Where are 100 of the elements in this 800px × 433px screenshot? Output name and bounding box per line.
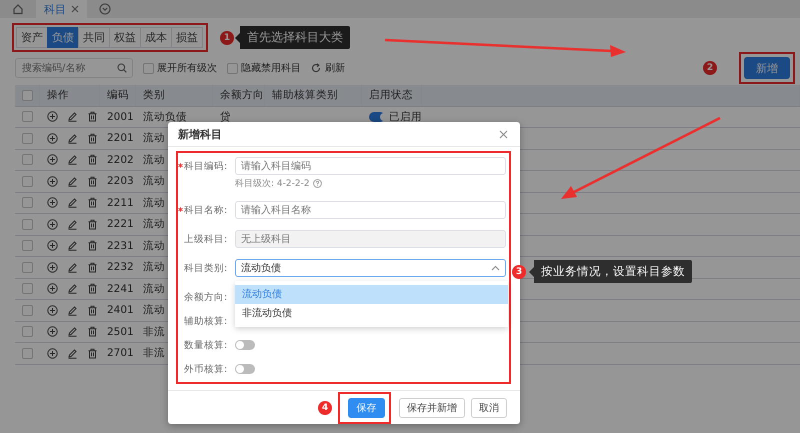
table-cell: 流动	[143, 238, 165, 253]
category-tab[interactable]: 资产	[16, 27, 48, 48]
add-circle-icon[interactable]	[47, 240, 58, 252]
trash-icon[interactable]	[87, 348, 98, 359]
trash-icon[interactable]	[87, 197, 98, 208]
edit-icon[interactable]	[67, 132, 78, 144]
trash-icon[interactable]	[87, 240, 98, 252]
add-circle-icon[interactable]	[47, 348, 58, 359]
category-tab[interactable]: 成本	[140, 27, 172, 48]
trash-icon[interactable]	[87, 154, 98, 166]
close-icon[interactable]	[71, 5, 79, 13]
chevron-up-icon[interactable]	[491, 265, 500, 271]
checkbox[interactable]	[143, 62, 154, 74]
category-tab[interactable]: 权益	[109, 27, 141, 48]
help-icon[interactable]	[312, 179, 322, 188]
toggle-switch[interactable]	[235, 340, 255, 350]
category-tab[interactable]: 负债	[47, 27, 79, 48]
field-label: 外币核算:	[183, 362, 228, 376]
input-field[interactable]: 请输入科目名称	[235, 201, 506, 219]
toggle-switch[interactable]	[235, 364, 255, 374]
add-circle-icon[interactable]	[47, 326, 58, 338]
edit-icon[interactable]	[67, 283, 78, 294]
edit-icon[interactable]	[67, 197, 78, 208]
field-label: 科目类别:	[183, 262, 228, 274]
edit-icon[interactable]	[67, 348, 78, 359]
checkbox[interactable]	[22, 348, 33, 359]
table-cell: 流动	[143, 217, 165, 232]
table-cell: 2202	[107, 154, 134, 166]
checkbox[interactable]	[22, 262, 33, 273]
input-field[interactable]: 请输入科目编码	[235, 157, 506, 175]
checkbox[interactable]	[22, 283, 33, 294]
add-circle-icon[interactable]	[47, 111, 58, 122]
add-circle-icon[interactable]	[47, 132, 58, 144]
chevron-circle-icon[interactable]	[99, 3, 111, 15]
status-label: 已启用	[389, 110, 422, 124]
toggle-switch[interactable]	[369, 112, 385, 122]
checkbox[interactable]	[22, 326, 33, 338]
refresh-link[interactable]: 刷新	[325, 61, 345, 75]
close-icon[interactable]	[499, 130, 508, 138]
category-tab[interactable]: 共同	[78, 27, 110, 48]
dialog-button[interactable]: 保存并新增	[399, 398, 465, 418]
dropdown-option[interactable]: 非流动负债	[235, 304, 508, 323]
table-cell: 2231	[107, 240, 134, 252]
home-icon[interactable]	[12, 3, 24, 15]
table-cell: 2211	[107, 196, 134, 209]
add-circle-icon[interactable]	[47, 304, 58, 316]
step-badge: 3	[512, 264, 526, 278]
checkbox[interactable]	[22, 304, 33, 316]
checkbox[interactable]	[22, 154, 33, 166]
page-tab[interactable]: 科目	[36, 0, 87, 18]
checkbox[interactable]	[22, 240, 33, 252]
dialog-button[interactable]: 取消	[471, 398, 507, 418]
search-icon[interactable]	[117, 63, 127, 73]
category-tab[interactable]: 损益	[171, 27, 203, 48]
checkbox[interactable]	[227, 62, 238, 74]
checkbox-label: 展开所有级次	[157, 62, 217, 75]
search-field[interactable]: 搜索编码/名称	[15, 58, 133, 78]
trash-icon[interactable]	[87, 326, 98, 338]
checkbox[interactable]	[22, 197, 33, 208]
checkbox[interactable]	[22, 176, 33, 187]
add-circle-icon[interactable]	[47, 283, 58, 294]
trash-icon[interactable]	[87, 304, 98, 316]
edit-icon[interactable]	[67, 176, 78, 187]
table-cell: 非流	[143, 346, 165, 360]
edit-icon[interactable]	[67, 154, 78, 166]
trash-icon[interactable]	[87, 262, 98, 273]
checkbox[interactable]	[22, 90, 33, 101]
add-circle-icon[interactable]	[47, 218, 58, 230]
checkbox[interactable]	[22, 111, 33, 122]
table-cell: 2001	[107, 110, 134, 123]
trash-icon[interactable]	[87, 111, 98, 122]
dialog-button[interactable]: 保存	[348, 398, 385, 418]
add-circle-icon[interactable]	[47, 154, 58, 166]
checkbox[interactable]	[22, 218, 33, 230]
table-cell: 流动	[143, 174, 165, 188]
table-cell: 流动	[143, 152, 165, 167]
column-header: 余额方向	[220, 88, 264, 102]
table-cell: 贷	[220, 110, 231, 124]
trash-icon[interactable]	[87, 132, 98, 144]
column-header: 类别	[143, 88, 165, 102]
add-circle-icon[interactable]	[47, 262, 58, 273]
add-button[interactable]: 新增	[744, 57, 790, 79]
edit-icon[interactable]	[67, 326, 78, 338]
table-cell: 2232	[107, 261, 134, 274]
column-header: 操作	[47, 88, 69, 102]
trash-icon[interactable]	[87, 218, 98, 230]
edit-icon[interactable]	[67, 218, 78, 230]
add-circle-icon[interactable]	[47, 197, 58, 208]
select-field[interactable]: 流动负债	[235, 259, 506, 277]
checkbox[interactable]	[22, 132, 33, 144]
refresh-icon[interactable]	[311, 63, 321, 73]
edit-icon[interactable]	[67, 304, 78, 316]
field-label: 数量核算:	[183, 338, 228, 352]
edit-icon[interactable]	[67, 240, 78, 252]
edit-icon[interactable]	[67, 262, 78, 273]
trash-icon[interactable]	[87, 283, 98, 294]
dropdown-option[interactable]: 流动负债	[235, 285, 508, 304]
trash-icon[interactable]	[87, 176, 98, 187]
add-circle-icon[interactable]	[47, 176, 58, 187]
edit-icon[interactable]	[67, 111, 78, 122]
